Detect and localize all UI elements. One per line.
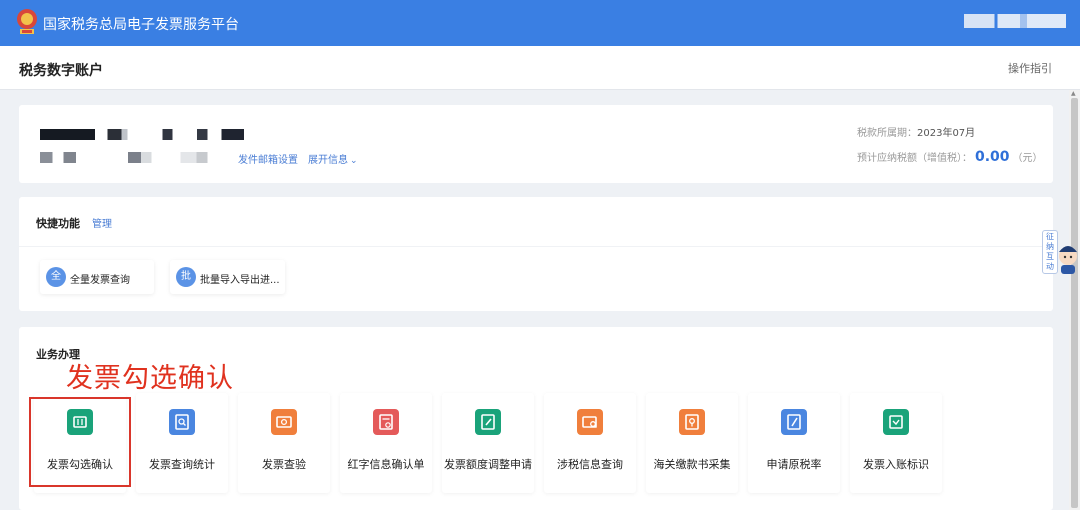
annotation-text: 发票勾选确认	[66, 363, 234, 394]
quick-item-batch-import-export[interactable]: 批 批量导入导出进...	[170, 260, 285, 294]
quick-item-label: 批量导入导出进...	[200, 275, 280, 286]
tile-invoice-query-stats[interactable]: 发票查询统计	[136, 393, 228, 493]
search-document-icon	[169, 409, 195, 435]
tax-bureau-emblem-icon	[14, 7, 40, 37]
customs-payment-icon	[679, 409, 705, 435]
tile-tax-info-query[interactable]: 涉税信息查询	[544, 393, 636, 493]
tile-label: 申请原税率	[766, 458, 822, 471]
user-info-redacted[interactable]	[964, 14, 1066, 28]
estimated-tax-unit: （元）	[1012, 153, 1043, 164]
taxpayer-name-redacted	[40, 129, 244, 140]
apply-rate-icon	[781, 409, 807, 435]
tile-quota-adjust-apply[interactable]: 发票额度调整申请	[442, 393, 534, 493]
annotation-highlight-box	[29, 397, 131, 487]
tile-invoice-account-mark[interactable]: 发票入账标识	[850, 393, 942, 493]
invoice-account-icon	[883, 409, 909, 435]
tile-invoice-verify[interactable]: 发票查验	[238, 393, 330, 493]
quick-functions-title: 快捷功能	[36, 217, 80, 230]
tile-red-info-confirm[interactable]: 红字信息确认单	[340, 393, 432, 493]
taxpayer-info-card	[19, 105, 1053, 183]
tile-label: 发票入账标识	[863, 458, 929, 471]
tax-period-value: 2023年07月	[917, 128, 976, 139]
tile-label: 发票额度调整申请	[444, 458, 532, 471]
quick-item-badge: 批	[176, 267, 196, 287]
quick-item-label: 全量发票查询	[70, 275, 130, 286]
tile-label: 发票查验	[262, 458, 306, 471]
estimated-tax-amount: 0.00	[975, 149, 1010, 165]
tile-label: 发票查询统计	[149, 458, 215, 471]
chevron-down-icon: ⌄	[350, 156, 358, 166]
mail-settings-link[interactable]: 发件邮箱设置	[238, 151, 298, 166]
page-title: 税务数字账户	[19, 63, 103, 79]
manage-link[interactable]: 管理	[92, 215, 112, 230]
site-title: 国家税务总局电子发票服务平台	[43, 17, 239, 33]
quick-item-full-invoice-query[interactable]: 全 全量发票查询	[40, 260, 154, 294]
scroll-thumb[interactable]	[1071, 98, 1078, 508]
estimated-tax-label: 预计应纳税额（增值税）：	[857, 153, 972, 164]
scroll-up-icon[interactable]: ▲	[1071, 90, 1076, 97]
expand-info-label: 展开信息	[308, 155, 348, 166]
tile-label: 涉税信息查询	[557, 458, 623, 471]
taxpayer-id-redacted	[40, 152, 220, 163]
quota-edit-icon	[475, 409, 501, 435]
expand-info-link[interactable]: 展开信息 ⌄	[308, 151, 358, 166]
sub-header	[0, 46, 1080, 90]
red-info-form-icon	[373, 409, 399, 435]
tax-period-label: 税款所属期：	[857, 128, 917, 139]
guide-link[interactable]: 操作指引	[1008, 60, 1052, 76]
tax-period: 税款所属期：2023年07月	[857, 124, 975, 139]
estimated-tax: 预计应纳税额（增值税）： 0.00 （元）	[857, 149, 1043, 165]
tile-apply-original-rate[interactable]: 申请原税率	[748, 393, 840, 493]
divider	[19, 246, 1053, 247]
assistant-bubble[interactable]: 征纳互动	[1042, 230, 1058, 274]
tax-info-search-icon	[577, 409, 603, 435]
tile-label: 红字信息确认单	[347, 458, 425, 471]
quick-item-badge: 全	[46, 267, 66, 287]
tile-label: 海关缴款书采集	[653, 458, 731, 471]
scrollbar[interactable]: ▲	[1069, 90, 1080, 510]
ticket-verify-icon	[271, 409, 297, 435]
tile-customs-payment-collect[interactable]: 海关缴款书采集	[646, 393, 738, 493]
